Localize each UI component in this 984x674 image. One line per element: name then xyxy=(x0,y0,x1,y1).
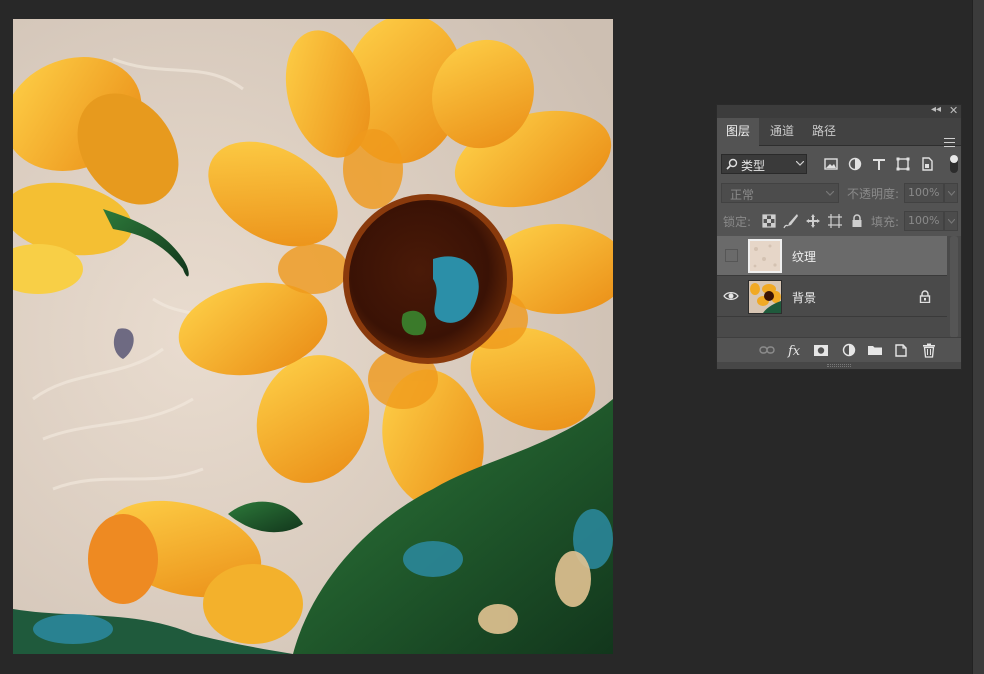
layers-panel: ◂◂ ✕ 图层 通道 路径 类型 正常 不透明度: 100% 锁定: 填充: 1… xyxy=(716,104,962,370)
search-icon xyxy=(726,158,738,170)
new-adjustment-layer-icon[interactable] xyxy=(841,342,857,358)
fill-label: 填充: xyxy=(871,215,900,229)
chevron-down-icon xyxy=(826,191,834,196)
type-filter-icon[interactable] xyxy=(871,156,887,172)
sunflower-painting-image xyxy=(13,19,613,654)
link-layers-icon[interactable] xyxy=(759,342,775,358)
svg-text:fx: fx xyxy=(787,344,801,358)
sunflower-thumbnail-image xyxy=(749,281,781,313)
new-layer-icon[interactable] xyxy=(893,342,909,358)
collapse-icon[interactable]: ◂◂ xyxy=(931,104,941,115)
opacity-label: 不透明度: xyxy=(847,187,900,201)
layers-list: 纹理 背景 xyxy=(717,236,947,338)
opacity-dropdown[interactable] xyxy=(944,183,958,203)
delete-layer-trash-icon[interactable] xyxy=(921,342,937,358)
adjustment-filter-icon[interactable] xyxy=(847,156,863,172)
shape-filter-icon[interactable] xyxy=(895,156,911,172)
panel-resize-grip[interactable] xyxy=(717,362,961,369)
new-group-folder-icon[interactable] xyxy=(867,342,883,358)
lock-row: 锁定: 填充: 100% xyxy=(721,211,959,231)
layer-name-background[interactable]: 背景 xyxy=(792,289,816,306)
layer-name-texture[interactable]: 纹理 xyxy=(792,248,816,265)
tab-paths[interactable]: 路径 xyxy=(803,118,845,145)
layers-scrollbar[interactable] xyxy=(947,236,961,338)
visibility-toggle-off[interactable] xyxy=(725,249,738,262)
layer-row-background[interactable]: 背景 xyxy=(717,276,947,317)
lock-all-icon[interactable] xyxy=(849,213,865,229)
document-canvas[interactable] xyxy=(13,19,613,654)
lock-position-icon[interactable] xyxy=(805,213,821,229)
filter-toggle-switch[interactable] xyxy=(950,155,958,173)
layer-filter-row: 类型 xyxy=(721,154,958,176)
lock-image-pixels-icon[interactable] xyxy=(783,213,799,229)
texture-thumbnail-image xyxy=(750,241,780,271)
lock-transparent-pixels-icon[interactable] xyxy=(761,213,777,229)
lock-artboard-icon[interactable] xyxy=(827,213,843,229)
layer-row-texture[interactable]: 纹理 xyxy=(717,236,947,276)
layer-thumbnail-texture[interactable] xyxy=(748,239,782,273)
smart-object-filter-icon[interactable] xyxy=(919,156,935,172)
blend-row: 正常 不透明度: 100% xyxy=(721,183,959,203)
fill-field[interactable]: 100% xyxy=(904,211,944,231)
filter-kind-select[interactable]: 类型 xyxy=(721,154,807,174)
filter-kind-label: 类型 xyxy=(741,159,766,173)
layer-style-fx-icon[interactable]: fx xyxy=(787,342,803,358)
tab-channels[interactable]: 通道 xyxy=(761,118,803,145)
layer-lock-icon xyxy=(919,290,931,303)
fill-dropdown[interactable] xyxy=(944,211,958,231)
eye-icon[interactable] xyxy=(723,288,739,304)
chevron-down-icon xyxy=(796,161,804,166)
right-scroll-strip[interactable] xyxy=(972,0,984,674)
blend-mode-select[interactable]: 正常 xyxy=(721,183,839,203)
panel-menu-icon[interactable] xyxy=(944,138,955,147)
layers-bottom-toolbar: fx xyxy=(717,337,961,362)
chevron-down-icon xyxy=(948,219,955,224)
image-filter-icon[interactable] xyxy=(823,156,839,172)
close-icon[interactable]: ✕ xyxy=(949,104,958,117)
add-mask-icon[interactable] xyxy=(813,342,829,358)
tab-layers[interactable]: 图层 xyxy=(717,118,759,146)
lock-label: 锁定: xyxy=(723,215,752,229)
chevron-down-icon xyxy=(948,191,955,196)
layer-thumbnail-background[interactable] xyxy=(748,280,782,314)
blend-mode-value: 正常 xyxy=(730,188,755,202)
panel-tabs: 图层 通道 路径 xyxy=(717,118,961,147)
panel-title-bar[interactable]: ◂◂ ✕ xyxy=(717,104,961,118)
opacity-field[interactable]: 100% xyxy=(904,183,944,203)
